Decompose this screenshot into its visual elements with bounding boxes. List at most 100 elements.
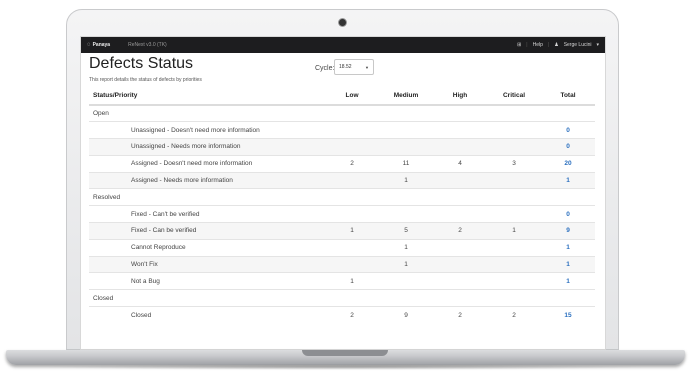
total-count-link[interactable]: 0 xyxy=(541,121,595,139)
webcam-icon xyxy=(339,19,346,26)
brand-name: Panaya xyxy=(92,42,111,48)
total-count-link[interactable]: 1 xyxy=(541,171,595,189)
table-row: Unassigned - Doesn't need more informati… xyxy=(89,121,595,139)
brand[interactable]: ◌ Panaya xyxy=(87,42,110,48)
medium-count xyxy=(379,272,433,290)
group-label: Resolved xyxy=(89,188,595,206)
cycle-value: 18.52 xyxy=(339,64,352,70)
low-count xyxy=(325,255,379,273)
table-row: Fixed - Can be verified 1 5 2 1 9 xyxy=(89,222,595,240)
total-count-link[interactable]: 1 xyxy=(541,255,595,273)
report-header: Defects Status This report details the s… xyxy=(81,53,605,101)
row-label: Unassigned - Needs more information xyxy=(89,138,325,156)
table-body: Open Unassigned - Doesn't need more infor… xyxy=(89,104,595,324)
low-count xyxy=(325,205,379,223)
critical-count: 1 xyxy=(487,222,541,240)
critical-count xyxy=(487,205,541,223)
panaya-logo-icon: ◌ xyxy=(87,42,91,48)
table-row: Closed 2 9 2 2 15 xyxy=(89,306,595,324)
table-row: Assigned - Doesn't need more information… xyxy=(89,154,595,173)
project-selector[interactable]: ReNext v3.0 (TK) xyxy=(128,42,167,48)
cycle-label: Cycle: xyxy=(315,65,335,72)
critical-count xyxy=(487,121,541,139)
laptop-shadow xyxy=(40,364,651,370)
low-count xyxy=(325,121,379,139)
medium-count: 1 xyxy=(379,238,433,257)
total-count-link[interactable]: 20 xyxy=(541,154,595,173)
laptop-lid: ◌ Panaya ReNext v3.0 (TK) ⊞ | Help | ♟ S… xyxy=(66,9,619,350)
row-label: Assigned - Needs more information xyxy=(89,171,325,189)
medium-count: 1 xyxy=(379,255,433,273)
app-top-bar: ◌ Panaya ReNext v3.0 (TK) ⊞ | Help | ♟ S… xyxy=(81,37,605,53)
user-menu[interactable]: Serge Lucini xyxy=(564,42,592,48)
laptop-notch xyxy=(302,350,388,356)
medium-count xyxy=(379,121,433,139)
low-count: 2 xyxy=(325,154,379,173)
medium-count xyxy=(379,138,433,156)
user-icon: ♟ xyxy=(554,42,559,48)
critical-count xyxy=(487,255,541,273)
table-row: Won't Fix 1 1 xyxy=(89,255,595,273)
low-count: 1 xyxy=(325,272,379,290)
total-count-link[interactable]: 15 xyxy=(541,306,595,324)
row-label: Fixed - Can't be verified xyxy=(89,205,325,223)
row-label: Cannot Reproduce xyxy=(89,238,325,257)
table-row: Cannot Reproduce 1 1 xyxy=(89,238,595,257)
page-description: This report details the status of defect… xyxy=(89,77,202,83)
row-label: Unassigned - Doesn't need more informati… xyxy=(89,121,325,139)
high-count xyxy=(433,255,487,273)
laptop-base xyxy=(6,350,685,365)
laptop-screen: ◌ Panaya ReNext v3.0 (TK) ⊞ | Help | ♟ S… xyxy=(80,36,606,350)
table-row: Assigned - Needs more information 1 1 xyxy=(89,171,595,189)
low-count xyxy=(325,238,379,257)
group-row: Closed xyxy=(89,289,595,307)
total-count-link[interactable]: 0 xyxy=(541,138,595,156)
high-count: 4 xyxy=(433,154,487,173)
critical-count xyxy=(487,138,541,156)
critical-count: 3 xyxy=(487,154,541,173)
critical-count xyxy=(487,272,541,290)
table-row: Unassigned - Needs more information 0 xyxy=(89,138,595,156)
medium-count: 1 xyxy=(379,171,433,189)
low-count xyxy=(325,171,379,189)
low-count: 2 xyxy=(325,306,379,324)
low-count xyxy=(325,138,379,156)
total-count-link[interactable]: 9 xyxy=(541,222,595,240)
divider: | xyxy=(526,42,528,48)
chevron-down-icon[interactable]: ▾ xyxy=(596,42,599,48)
grid-icon[interactable]: ⊞ xyxy=(517,42,521,48)
group-label: Closed xyxy=(89,289,595,307)
total-count-link[interactable]: 1 xyxy=(541,272,595,290)
table-row: Fixed - Can't be verified 0 xyxy=(89,205,595,223)
row-label: Won't Fix xyxy=(89,255,325,273)
high-count: 2 xyxy=(433,222,487,240)
medium-count: 5 xyxy=(379,222,433,240)
page-title: Defects Status xyxy=(89,55,194,72)
critical-count: 2 xyxy=(487,306,541,324)
divider: | xyxy=(547,42,550,48)
row-label: Fixed - Can be verified xyxy=(89,222,325,240)
medium-count: 11 xyxy=(379,154,433,173)
medium-count xyxy=(379,205,433,223)
critical-count xyxy=(487,238,541,257)
low-count: 1 xyxy=(325,222,379,240)
high-count xyxy=(433,238,487,257)
cycle-select[interactable]: 18.52 ▼ xyxy=(334,59,374,75)
total-count-link[interactable]: 0 xyxy=(541,205,595,223)
critical-count xyxy=(487,171,541,189)
medium-count: 9 xyxy=(379,306,433,324)
row-label: Assigned - Doesn't need more information xyxy=(89,154,325,173)
high-count xyxy=(433,138,487,156)
high-count xyxy=(433,205,487,223)
caret-down-icon: ▼ xyxy=(365,64,369,70)
group-row: Resolved xyxy=(89,188,595,206)
help-link[interactable]: Help xyxy=(533,42,543,48)
high-count: 2 xyxy=(433,306,487,324)
table-row: Not a Bug 1 1 xyxy=(89,272,595,290)
high-count xyxy=(433,171,487,189)
defects-table: Status/Priority Low Medium High Critical… xyxy=(89,87,595,324)
total-count-link[interactable]: 1 xyxy=(541,238,595,257)
row-label: Not a Bug xyxy=(89,272,325,290)
row-label: Closed xyxy=(89,306,325,324)
high-count xyxy=(433,272,487,290)
